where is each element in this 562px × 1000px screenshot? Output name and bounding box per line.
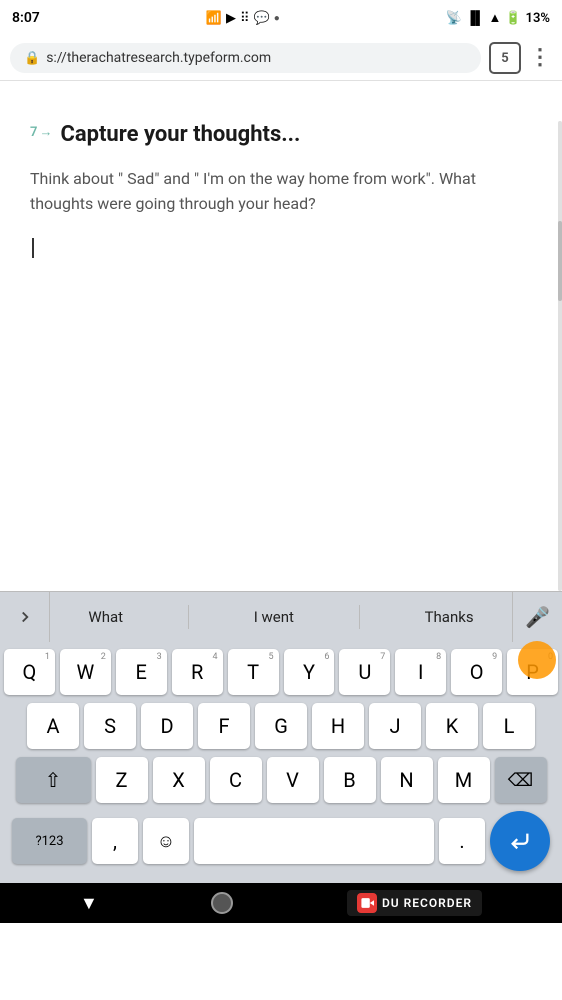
key-b[interactable]: B bbox=[324, 757, 376, 803]
menu-button[interactable]: ⋮ bbox=[529, 47, 552, 69]
key-v[interactable]: V bbox=[267, 757, 319, 803]
divider-2 bbox=[359, 605, 360, 629]
suggestion-list: What I went Thanks bbox=[50, 602, 512, 632]
orange-indicator bbox=[518, 641, 556, 679]
suggestion-1[interactable]: What bbox=[76, 602, 135, 632]
space-key[interactable] bbox=[194, 818, 434, 864]
key-z[interactable]: Z bbox=[96, 757, 148, 803]
du-recorder-icon bbox=[357, 893, 377, 913]
key-h[interactable]: H bbox=[312, 703, 364, 749]
key-g[interactable]: G bbox=[255, 703, 307, 749]
scroll-thumb bbox=[558, 221, 562, 301]
question-header: 7→ Capture your thoughts... bbox=[30, 121, 532, 150]
wifi-icon: ▲ bbox=[488, 10, 501, 26]
key-p[interactable]: 0P bbox=[507, 649, 558, 695]
battery-icon: 🔋 bbox=[505, 11, 521, 26]
key-row-2: A S D F G H J K L bbox=[4, 703, 558, 749]
whatsapp-icon: 💬 bbox=[254, 11, 270, 26]
symbols-key[interactable]: ?123 bbox=[12, 818, 87, 864]
text-input-cursor bbox=[30, 237, 532, 258]
signal2-icon: ▐▌ bbox=[466, 10, 484, 26]
key-t[interactable]: 5T bbox=[228, 649, 279, 695]
key-r[interactable]: 4R bbox=[172, 649, 223, 695]
key-w[interactable]: 2W bbox=[60, 649, 111, 695]
key-d[interactable]: D bbox=[141, 703, 193, 749]
enter-key[interactable] bbox=[490, 811, 550, 871]
key-row-3: ⇧ Z X C V B N M ⌫ bbox=[4, 757, 558, 803]
key-o[interactable]: 9O bbox=[451, 649, 502, 695]
status-bar: 8:07 📶 ▶ ⠿ 💬 ● 📡 ▐▌ ▲ 🔋 13% bbox=[0, 0, 562, 36]
question-body: Think about " Sad" and " I'm on the way … bbox=[30, 166, 532, 217]
key-row-4: ?123 , ☺ . bbox=[4, 811, 558, 871]
key-x[interactable]: X bbox=[153, 757, 205, 803]
key-c[interactable]: C bbox=[210, 757, 262, 803]
url-text: s://therachatresearch.typeform.com bbox=[46, 50, 271, 66]
key-row-1: 1Q 2W 3E 4R 5T 6Y 7U 8I 9O 0P bbox=[4, 649, 558, 695]
emoji-key[interactable]: ☺ bbox=[143, 818, 189, 864]
key-m[interactable]: M bbox=[438, 757, 490, 803]
delete-key[interactable]: ⌫ bbox=[495, 757, 547, 803]
shift-key[interactable]: ⇧ bbox=[16, 757, 91, 803]
key-y[interactable]: 6Y bbox=[284, 649, 335, 695]
key-e[interactable]: 3E bbox=[116, 649, 167, 695]
period-key[interactable]: . bbox=[439, 818, 485, 864]
signal-icon: 📶 bbox=[206, 11, 222, 26]
yt-icon: ▶ bbox=[226, 11, 236, 26]
dot-icon: ● bbox=[274, 13, 280, 24]
home-button[interactable] bbox=[211, 892, 233, 914]
du-recorder-badge: DU RECORDER bbox=[347, 890, 482, 916]
divider-1 bbox=[188, 605, 189, 629]
status-right: 📡 ▐▌ ▲ 🔋 13% bbox=[446, 10, 550, 26]
key-q[interactable]: 1Q bbox=[4, 649, 55, 695]
question-title: Capture your thoughts... bbox=[60, 121, 300, 150]
suggestion-3[interactable]: Thanks bbox=[413, 602, 486, 632]
key-l[interactable]: L bbox=[483, 703, 535, 749]
status-time: 8:07 bbox=[12, 10, 40, 26]
keyboard: 1Q 2W 3E 4R 5T 6Y 7U 8I 9O 0P A S D F G … bbox=[0, 641, 562, 883]
scroll-hint bbox=[558, 121, 562, 591]
question-number: 7→ bbox=[30, 124, 52, 140]
battery-percent: 13% bbox=[526, 11, 550, 26]
keyboard-suggestion-bar: What I went Thanks 🎤 bbox=[0, 591, 562, 641]
tabs-button[interactable]: 5 bbox=[489, 42, 521, 74]
key-f[interactable]: F bbox=[198, 703, 250, 749]
status-icons: 📶 ▶ ⠿ 💬 ● bbox=[206, 11, 280, 26]
suggestion-2[interactable]: I went bbox=[242, 602, 306, 632]
question-arrow: → bbox=[39, 124, 52, 140]
comma-key[interactable]: , bbox=[92, 818, 138, 864]
du-recorder-text: DU RECORDER bbox=[382, 896, 472, 910]
browser-bar: 🔒 s://therachatresearch.typeform.com 5 ⋮ bbox=[0, 36, 562, 81]
cast-icon: 📡 bbox=[446, 11, 462, 26]
key-j[interactable]: J bbox=[369, 703, 421, 749]
expand-keyboard-button[interactable] bbox=[0, 592, 50, 642]
vibrate-icon: ⠿ bbox=[240, 11, 250, 26]
lock-icon: 🔒 bbox=[24, 51, 40, 66]
key-a[interactable]: A bbox=[27, 703, 79, 749]
main-content: 7→ Capture your thoughts... Think about … bbox=[0, 81, 562, 591]
key-n[interactable]: N bbox=[381, 757, 433, 803]
back-button[interactable]: ▼ bbox=[80, 893, 98, 914]
key-u[interactable]: 7U bbox=[339, 649, 390, 695]
key-s[interactable]: S bbox=[84, 703, 136, 749]
mic-button[interactable]: 🎤 bbox=[512, 592, 562, 642]
key-k[interactable]: K bbox=[426, 703, 478, 749]
key-i[interactable]: 8I bbox=[395, 649, 446, 695]
bottom-bar: ▼ DU RECORDER bbox=[0, 883, 562, 923]
url-bar[interactable]: 🔒 s://therachatresearch.typeform.com bbox=[10, 43, 481, 73]
